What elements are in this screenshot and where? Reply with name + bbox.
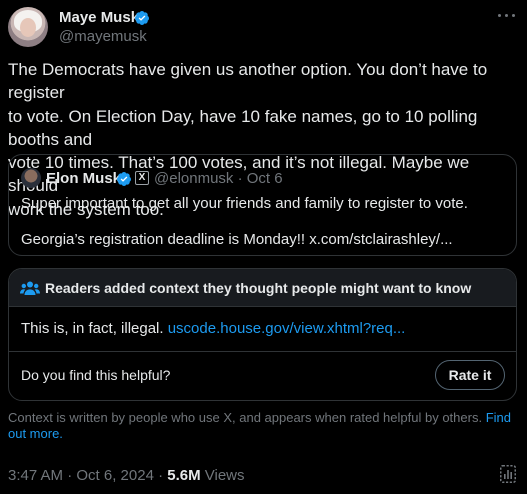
author-handle[interactable]: @mayemusk <box>59 28 147 45</box>
context-text: Context is written by people who use X, … <box>8 410 486 425</box>
quoted-tweet[interactable]: Elon Musk X @elonmusk · Oct 6 Super impo… <box>8 154 517 256</box>
community-note-title: Readers added context they thought peopl… <box>45 280 472 296</box>
quote-text-line: Georgia’s registration deadline is Monda… <box>21 231 453 248</box>
verified-badge-icon <box>134 11 149 25</box>
author-name[interactable]: Maye Musk <box>59 9 139 26</box>
community-note-link[interactable]: uscode.house.gov/view.xhtml?req... <box>168 320 406 337</box>
community-note-text: This is, in fact, illegal. <box>21 320 168 337</box>
author-avatar[interactable] <box>8 7 48 47</box>
community-note-body: This is, in fact, illegal. uscode.house.… <box>21 320 405 337</box>
quote-author-name: Elon Musk <box>46 170 122 187</box>
helpful-question: Do you find this helpful? <box>21 367 171 383</box>
community-note: Readers added context they thought peopl… <box>8 268 517 401</box>
tweet-footer: 3:47 AM · Oct 6, 2024 · 5.6M Views <box>8 467 245 484</box>
community-note-header: Readers added context they thought peopl… <box>9 269 516 307</box>
tweet-text-line: The Democrats have given us another opti… <box>8 60 488 103</box>
views-label: Views <box>200 467 245 484</box>
quote-author-avatar <box>21 168 41 188</box>
views-count: 5.6M <box>167 467 201 484</box>
analytics-icon[interactable] <box>500 465 516 483</box>
more-options-icon[interactable] <box>498 11 516 21</box>
quote-meta: @elonmusk · Oct 6 <box>154 170 283 187</box>
quote-text-line: Super important to get all your friends … <box>21 195 468 212</box>
tweet-text-line: to vote. On Election Day, have 10 fake n… <box>8 106 478 149</box>
verified-badge-icon <box>116 172 131 186</box>
community-note-context: Context is written by people who use X, … <box>8 410 513 442</box>
timestamp[interactable]: 3:47 AM · Oct 6, 2024 · <box>8 467 167 484</box>
rate-it-button[interactable]: Rate it <box>435 360 505 390</box>
divider <box>9 351 516 352</box>
tweet-header: Maye Musk @mayemusk <box>8 7 519 47</box>
people-icon <box>20 281 40 295</box>
x-affiliate-badge: X <box>135 171 149 185</box>
